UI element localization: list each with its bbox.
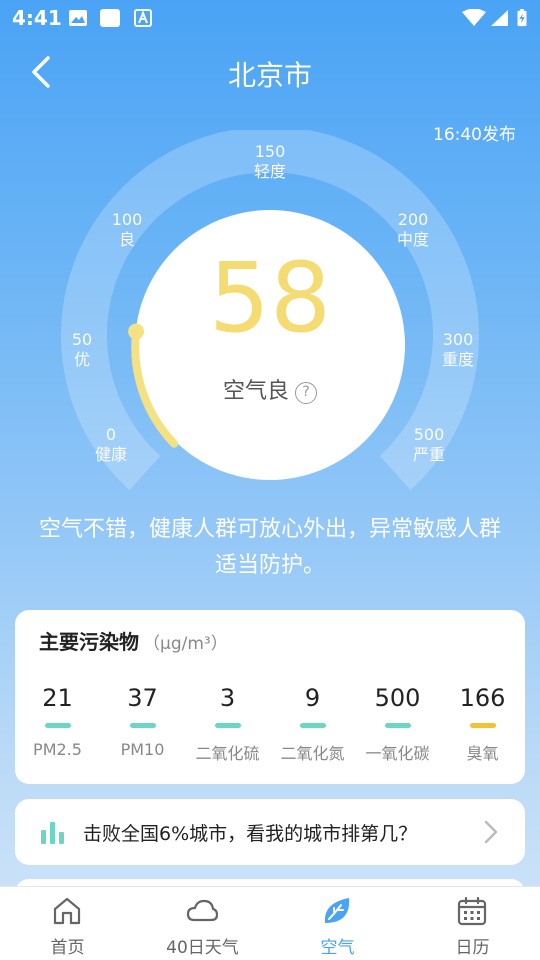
pollutant-level-bar xyxy=(214,723,241,728)
pollutant-name: 二氧化硫 xyxy=(195,744,260,763)
pollutant-name: PM2.5 xyxy=(33,740,82,759)
pollutant-level-bar xyxy=(384,723,411,728)
pollutant-value: 166 xyxy=(459,684,506,712)
nav-item-air[interactable]: 空气 xyxy=(270,887,405,960)
pollutant-item-so2[interactable]: 3 二氧化硫 xyxy=(185,682,270,764)
bottom-nav: 首页 40日天气 空气 日历 xyxy=(0,886,540,960)
pollutant-list: 21 PM2.5 37 PM10 3 二氧化硫 9 二氧化氮 500 一氧化碳 … xyxy=(15,682,525,772)
aqi-gauge: 0 健康 50 优 100 良 150 轻度 200 中度 300 重度 500 严重 58 … xyxy=(0,130,540,510)
pollutant-item-o3[interactable]: 166 臭氧 xyxy=(440,682,525,764)
pollutant-level-bar xyxy=(129,723,156,728)
nav-label: 首页 xyxy=(50,938,85,958)
pollutant-value: 9 xyxy=(304,684,321,712)
status-time: 4:41 xyxy=(12,6,62,30)
bar-chart-icon xyxy=(39,818,67,846)
pollutant-unit: （μg/m³） xyxy=(143,634,228,654)
city-rank-card[interactable]: 击败全国6%城市，看我的城市排第几？ xyxy=(15,799,525,865)
gauge-label-500: 500 严重 xyxy=(412,425,445,464)
leaf-icon xyxy=(321,895,353,927)
calendar-icon xyxy=(456,895,488,927)
pollutant-name: 一氧化碳 xyxy=(365,744,430,763)
nav-label: 空气 xyxy=(320,938,355,958)
aqi-status-label: 空气良 xyxy=(222,379,289,404)
gauge-label-150: 150 轻度 xyxy=(253,142,286,181)
aqi-status: 空气良? xyxy=(0,373,540,405)
nav-item-40-day-weather[interactable]: 40日天气 xyxy=(135,887,270,960)
pollutant-name: 二氧化氮 xyxy=(280,744,345,763)
gauge-label-200: 200 中度 xyxy=(396,210,429,249)
nav-label: 日历 xyxy=(455,938,490,958)
city-rank-text: 击败全国6%城市，看我的城市排第几？ xyxy=(83,823,418,845)
health-advice: 空气不错，健康人群可放心外出，异常敏感人群适当防护。 xyxy=(38,517,501,578)
pollutant-name: 臭氧 xyxy=(466,744,499,763)
app-notification-icon xyxy=(100,9,120,27)
nav-item-calendar[interactable]: 日历 xyxy=(405,887,540,960)
gauge-label-0: 0 健康 xyxy=(94,425,127,464)
pollutant-value: 3 xyxy=(219,684,236,712)
aqi-value: 58 xyxy=(208,242,332,354)
pollutant-value: 21 xyxy=(42,684,73,712)
pollutant-level-bar xyxy=(299,723,326,728)
help-icon[interactable]: ? xyxy=(295,382,317,404)
nav-label: 40日天气 xyxy=(166,938,239,958)
pollutant-card-title: 主要污染物 （μg/m³） xyxy=(39,630,228,654)
pollutant-item-pm10[interactable]: 37 PM10 xyxy=(100,682,185,759)
pollutant-item-pm25[interactable]: 21 PM2.5 xyxy=(15,682,100,759)
pollutant-card: 主要污染物 （μg/m³） 21 PM2.5 37 PM10 3 二氧化硫 9 二… xyxy=(15,610,525,784)
pollutant-item-no2[interactable]: 9 二氧化氮 xyxy=(270,682,355,764)
chevron-right-icon xyxy=(483,819,499,845)
city-title: 北京市 xyxy=(227,59,312,92)
pollutant-level-bar xyxy=(44,723,71,728)
gauge-label-100: 100 良 xyxy=(111,210,143,249)
wifi-icon xyxy=(462,9,486,27)
home-icon xyxy=(51,895,83,927)
pollutant-value: 37 xyxy=(127,684,158,712)
pollutant-level-bar xyxy=(469,723,496,728)
nav-item-home[interactable]: 首页 xyxy=(0,887,135,960)
image-notification-icon xyxy=(68,9,88,27)
pollutant-item-co[interactable]: 500 一氧化碳 xyxy=(355,682,440,764)
pollutant-value: 500 xyxy=(374,684,421,712)
cloud-icon xyxy=(186,895,219,927)
battery-icon xyxy=(516,9,528,27)
font-notification-icon xyxy=(134,9,154,27)
status-bar: 4:41 xyxy=(0,0,540,36)
signal-icon xyxy=(490,9,510,27)
pollutant-name: PM10 xyxy=(120,740,165,759)
